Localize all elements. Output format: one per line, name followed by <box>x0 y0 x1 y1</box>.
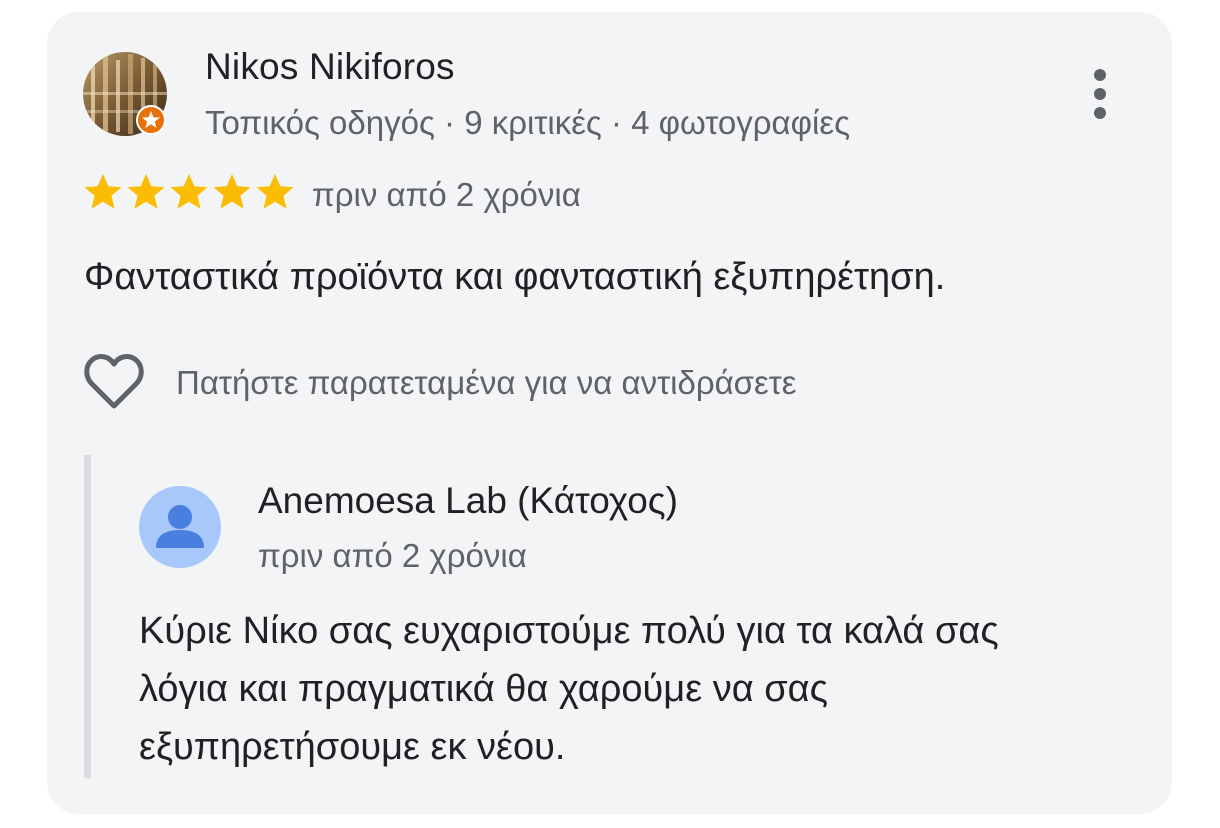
star-rating <box>83 172 295 216</box>
owner-name: Anemoesa Lab (Κάτοχος) <box>258 480 678 521</box>
reviewer-name[interactable]: Nikos Nikiforos <box>205 46 455 88</box>
star-icon <box>84 174 122 209</box>
star-icon <box>170 174 208 209</box>
owner-avatar <box>139 486 221 568</box>
star-icon <box>213 174 251 209</box>
star-icon <box>256 174 294 209</box>
owner-reply-time: πριν από 2 χρόνια <box>258 537 527 574</box>
more-vert-icon[interactable] <box>1080 62 1120 128</box>
reply-line: εξυπηρετήσουμε εκ νέου. <box>139 726 566 768</box>
owner-reply-text: Κύριε Νίκο σας ευχαριστούμε πολύ για τα … <box>139 602 1149 776</box>
review-time: πριν από 2 χρόνια <box>312 176 581 213</box>
reply-line: λόγια και πραγματικά θα χαρούμε να σας <box>139 668 828 710</box>
reviewer-meta: Τοπικός οδηγός · 9 κριτικές · 4 φωτογραφ… <box>205 104 850 141</box>
heart-outline-icon[interactable] <box>83 352 145 417</box>
reply-divider <box>84 455 91 778</box>
review-text: Φανταστικά προϊόντα και φανταστική εξυπη… <box>84 256 946 298</box>
person-icon <box>139 486 221 568</box>
local-guide-badge-icon <box>136 105 166 135</box>
react-hint: Πατήστε παρατεταμένα για να αντιδράσετε <box>176 364 797 401</box>
reply-line: Κύριε Νίκο σας ευχαριστούμε πολύ για τα … <box>139 610 999 652</box>
star-icon <box>127 174 165 209</box>
react-button[interactable] <box>83 352 145 416</box>
